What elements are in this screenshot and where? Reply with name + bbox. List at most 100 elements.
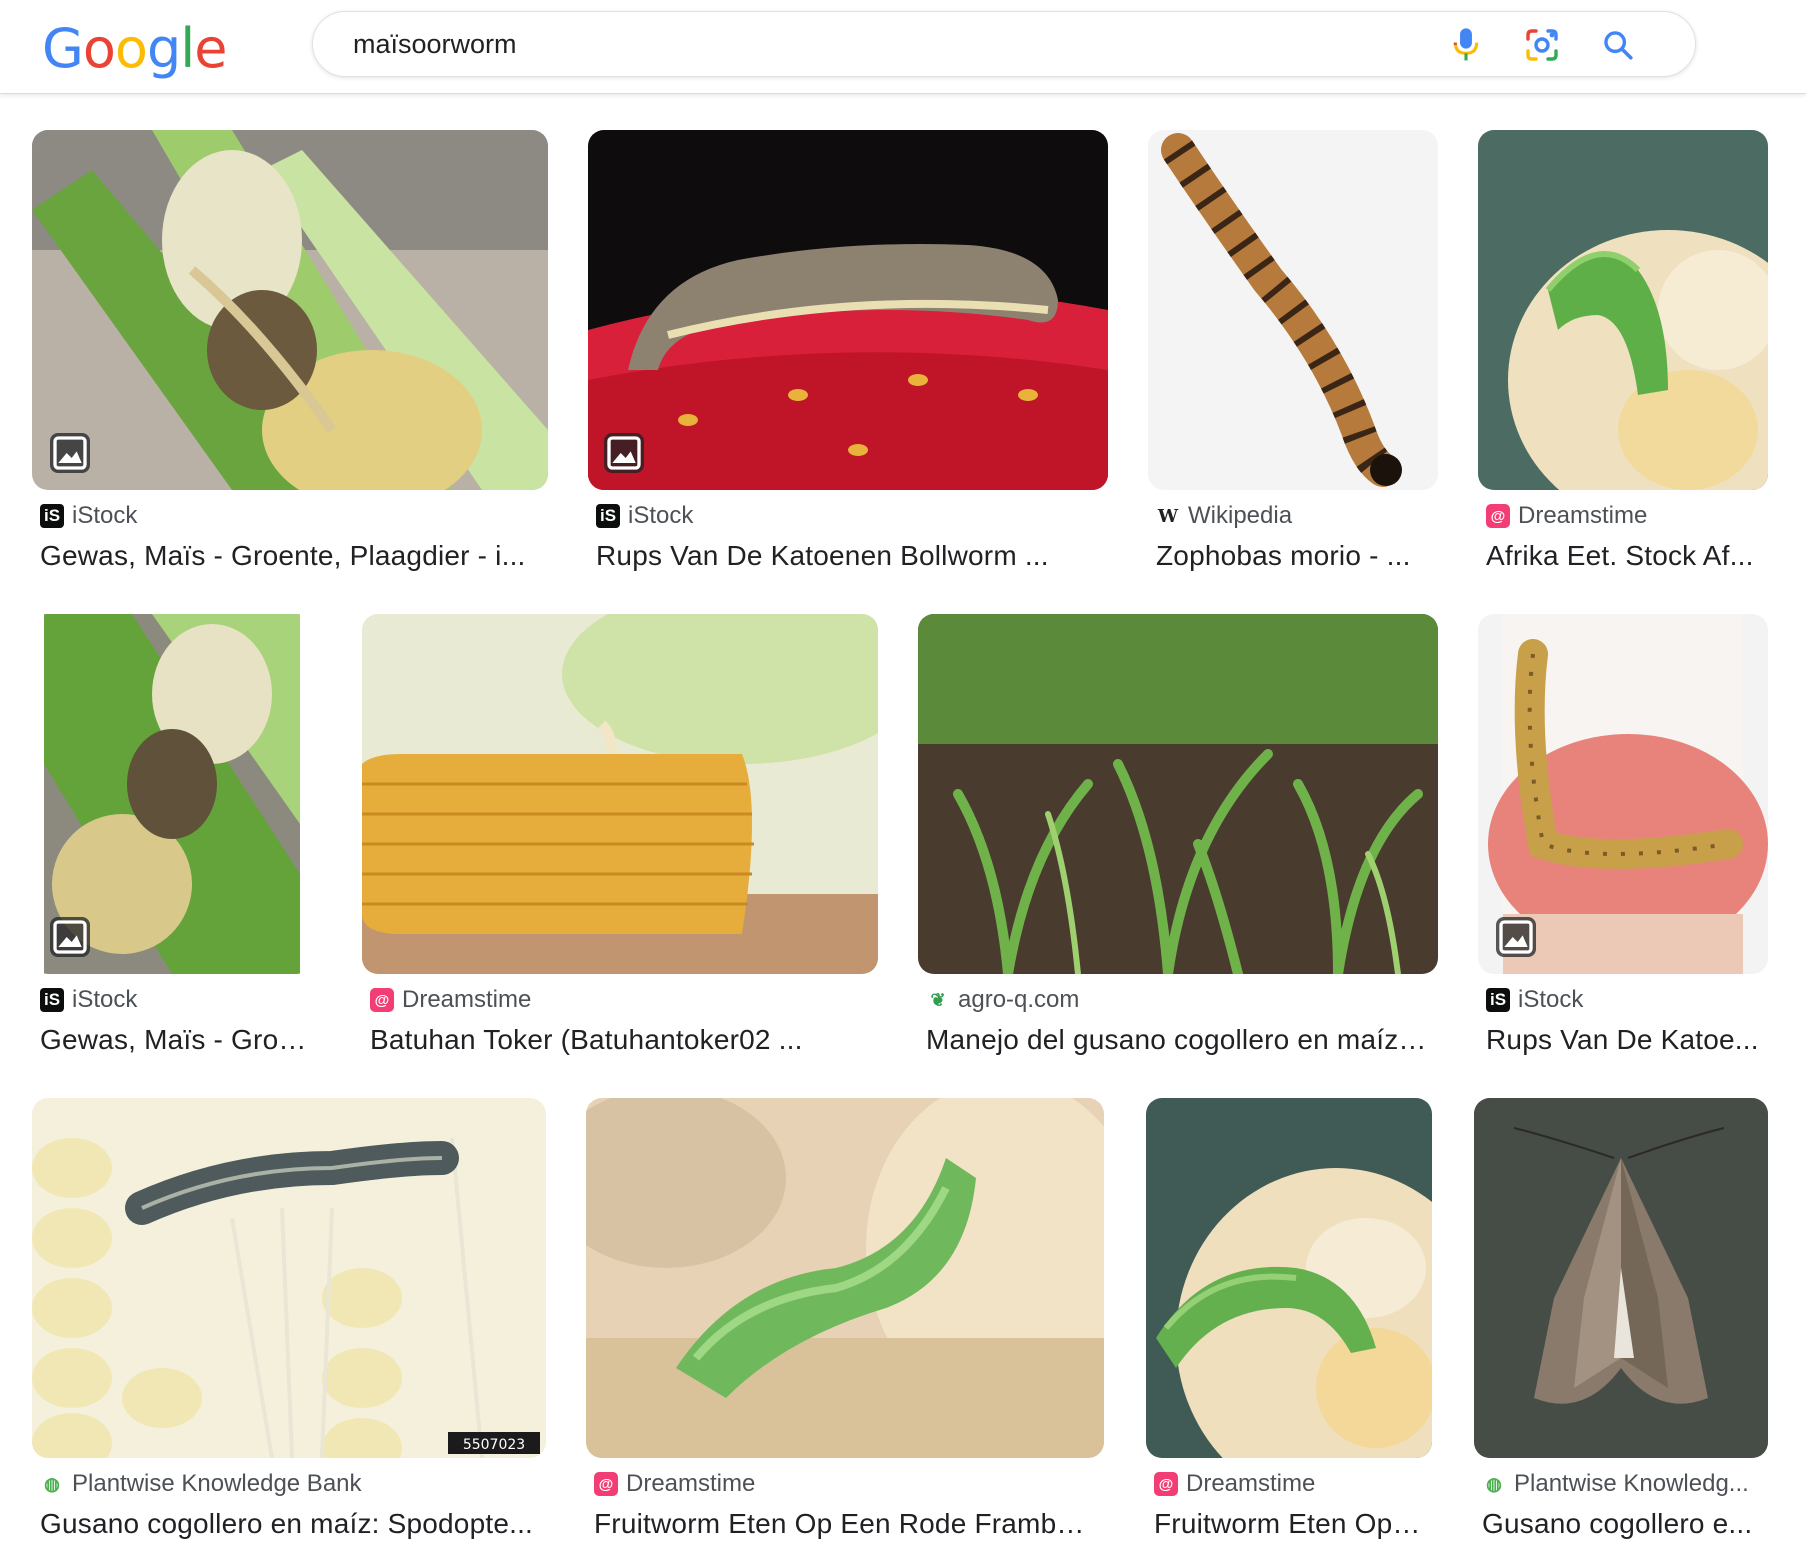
- result-image[interactable]: [588, 130, 1108, 490]
- result-title[interactable]: Fruitworm Eten Op ...: [1154, 1508, 1424, 1540]
- result-source[interactable]: ❦ agro-q.com: [926, 986, 1079, 1014]
- image-id-label: 5507023: [463, 1437, 525, 1453]
- logo-letter: o: [82, 17, 116, 80]
- result-title[interactable]: Batuhan Toker (Batuhantoker02 ...: [370, 1024, 870, 1056]
- result-title[interactable]: Gewas, Maïs - Groe...: [40, 1024, 312, 1056]
- source-name: Dreamstime: [626, 1470, 756, 1497]
- result-title[interactable]: Rups Van De Katoenen Bollworm ...: [596, 540, 1100, 572]
- istock-favicon: iS: [1486, 988, 1510, 1012]
- result-card[interactable]: ❦ agro-q.com Manejo del gusano cogollero…: [918, 614, 1438, 1064]
- result-title[interactable]: Gusano cogollero e...: [1482, 1508, 1760, 1540]
- result-card[interactable]: W Wikipedia Zophobas morio - ...: [1148, 130, 1438, 580]
- corn-ear-image: [32, 130, 548, 490]
- search-icon: [1604, 31, 1633, 60]
- source-name: agro-q.com: [958, 986, 1080, 1013]
- image-badge: [1496, 917, 1536, 957]
- logo-letter: l: [180, 17, 195, 80]
- image-badge: [50, 433, 90, 473]
- istock-favicon: iS: [596, 504, 620, 528]
- image-icon: [607, 436, 641, 470]
- source-name: Dreamstime: [402, 986, 532, 1013]
- dreamstime-favicon: @: [1154, 1472, 1178, 1496]
- result-title[interactable]: Gusano cogollero en maíz: Spodopte...: [40, 1508, 538, 1540]
- result-source[interactable]: ◍ Plantwise Knowledg...: [1482, 1470, 1749, 1498]
- result-image[interactable]: [32, 130, 548, 490]
- result-image[interactable]: [1148, 130, 1438, 490]
- result-source[interactable]: iS iStock: [40, 986, 137, 1014]
- mealworm-image: [1148, 130, 1438, 490]
- microphone-icon: [1453, 28, 1479, 61]
- result-title[interactable]: Zophobas morio - ...: [1156, 540, 1430, 572]
- source-name: iStock: [72, 502, 138, 529]
- result-image[interactable]: [1474, 1098, 1768, 1458]
- result-source[interactable]: @ Dreamstime: [1486, 502, 1647, 530]
- voice-search-button[interactable]: [1445, 24, 1487, 66]
- image-icon: [53, 436, 87, 470]
- result-card[interactable]: iS iStock Rups Van De Katoe...: [1478, 614, 1768, 1064]
- result-source[interactable]: @ Dreamstime: [594, 1470, 755, 1498]
- header: Google: [0, 0, 1806, 94]
- result-source[interactable]: @ Dreamstime: [370, 986, 531, 1014]
- result-source[interactable]: @ Dreamstime: [1154, 1470, 1315, 1498]
- result-title[interactable]: Afrika Eet. Stock Af...: [1486, 540, 1760, 572]
- result-image[interactable]: 5507023: [32, 1098, 546, 1458]
- source-name: Wikipedia: [1188, 502, 1293, 529]
- fruitworm-image: [586, 1098, 1104, 1458]
- source-name: Plantwise Knowledge Bank: [72, 1470, 362, 1497]
- result-card[interactable]: @ Dreamstime Fruitworm Eten Op Een Rode …: [586, 1098, 1104, 1548]
- result-title[interactable]: Manejo del gusano cogollero en maíz ...: [926, 1024, 1430, 1056]
- moth-image: [1474, 1098, 1768, 1458]
- result-source[interactable]: iS iStock: [1486, 986, 1583, 1014]
- image-badge: [50, 917, 90, 957]
- dreamstime-favicon: @: [1486, 504, 1510, 528]
- plantwise-favicon: ◍: [44, 1473, 60, 1494]
- caterpillar-strawberry-image: [588, 130, 1108, 490]
- image-icon: [53, 920, 87, 954]
- lens-search-button[interactable]: [1521, 24, 1563, 66]
- source-name: iStock: [1518, 986, 1584, 1013]
- logo-letter: G: [42, 17, 84, 80]
- result-source[interactable]: W Wikipedia: [1156, 502, 1292, 530]
- result-image[interactable]: [32, 614, 312, 974]
- dreamstime-favicon: @: [370, 988, 394, 1012]
- camera-lens-icon: [1526, 29, 1558, 61]
- result-card[interactable]: iS iStock Rups Van De Katoenen Bollworm …: [588, 130, 1108, 580]
- result-image[interactable]: [586, 1098, 1104, 1458]
- result-card[interactable]: 5507023 ◍ Plantwise Knowledge Bank Gusan…: [32, 1098, 546, 1548]
- result-title[interactable]: Gewas, Maïs - Groente, Plaagdier - i...: [40, 540, 540, 572]
- green-caterpillar-image: [1146, 1098, 1432, 1458]
- result-card[interactable]: @ Dreamstime Batuhan Toker (Batuhantoker…: [362, 614, 878, 1064]
- result-image[interactable]: [362, 614, 878, 974]
- result-image[interactable]: [918, 614, 1438, 974]
- corn-field-image: [918, 614, 1438, 974]
- search-box[interactable]: [312, 11, 1696, 77]
- result-card[interactable]: @ Dreamstime Fruitworm Eten Op ...: [1146, 1098, 1432, 1548]
- result-image[interactable]: [1478, 130, 1768, 490]
- green-caterpillar-image: [1478, 130, 1768, 490]
- plantwise-favicon: ◍: [1486, 1473, 1502, 1494]
- search-button[interactable]: [1597, 24, 1639, 66]
- source-name: Dreamstime: [1186, 1470, 1316, 1497]
- corn-cob-image: [362, 614, 878, 974]
- source-name: iStock: [628, 502, 694, 529]
- result-image[interactable]: [1146, 1098, 1432, 1458]
- agro-q-favicon: ❦: [930, 989, 946, 1010]
- result-source[interactable]: iS iStock: [40, 502, 137, 530]
- logo-letter: g: [146, 17, 181, 80]
- google-logo[interactable]: Google: [42, 14, 227, 84]
- source-name: Plantwise Knowledg...: [1514, 1470, 1749, 1497]
- istock-favicon: iS: [40, 988, 64, 1012]
- result-card[interactable]: @ Dreamstime Afrika Eet. Stock Af...: [1478, 130, 1768, 580]
- image-icon: [1499, 920, 1533, 954]
- search-input[interactable]: [353, 12, 1353, 76]
- result-source[interactable]: iS iStock: [596, 502, 693, 530]
- result-title[interactable]: Rups Van De Katoe...: [1486, 1024, 1760, 1056]
- source-name: Dreamstime: [1518, 502, 1648, 529]
- result-card[interactable]: iS iStock Gewas, Maïs - Groente, Plaagdi…: [32, 130, 548, 580]
- result-card[interactable]: ◍ Plantwise Knowledg... Gusano cogollero…: [1474, 1098, 1768, 1548]
- result-source[interactable]: ◍ Plantwise Knowledge Bank: [40, 1470, 362, 1498]
- result-card[interactable]: iS iStock Gewas, Maïs - Groe...: [32, 614, 312, 1064]
- result-title[interactable]: Fruitworm Eten Op Een Rode Frambo...: [594, 1508, 1096, 1540]
- logo-letter: o: [114, 17, 148, 80]
- result-image[interactable]: [1478, 614, 1768, 974]
